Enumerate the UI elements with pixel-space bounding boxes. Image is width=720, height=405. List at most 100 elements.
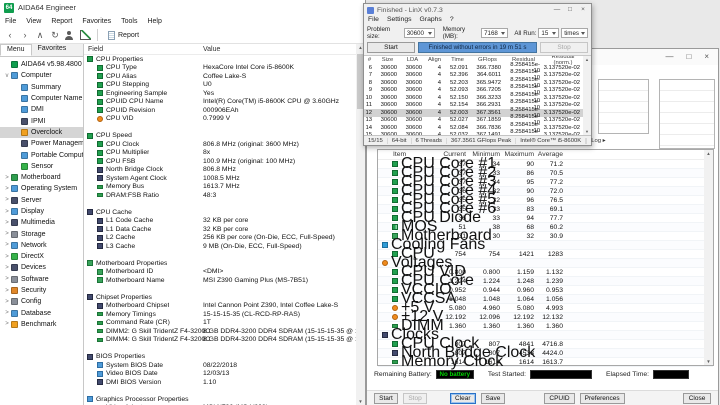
field-row[interactable]: CPU FSB 100.9 MHz (original: 100 MHz) — [84, 157, 356, 166]
expander-icon[interactable]: > — [3, 197, 11, 203]
column-header-align[interactable]: Align — [425, 57, 444, 63]
scroll-down-icon[interactable]: ▼ — [358, 399, 362, 404]
tree-item-sensor[interactable]: Sensor — [0, 161, 83, 172]
cpuid-button[interactable]: CPUID — [544, 393, 575, 404]
minimize-icon[interactable]: — — [552, 6, 562, 14]
expander-icon[interactable]: > — [3, 175, 11, 181]
result-row[interactable]: 153060030600452.032367.14918.258415e-103… — [364, 129, 591, 135]
scroll-down-icon[interactable]: ▼ — [706, 359, 710, 364]
result-row[interactable]: 12 30600 30600 4 52.003 367.3561 8.258415e-10 3… — [364, 107, 591, 119]
tree-item-directx[interactable]: > DirectX — [0, 251, 83, 262]
linx-menu-file[interactable]: File — [364, 16, 383, 26]
tree-item-summary[interactable]: Summary — [0, 82, 83, 93]
field-row[interactable]: System BIOS Date 08/22/2018 — [84, 361, 356, 370]
menu-file[interactable]: File — [0, 18, 21, 25]
minimize-icon[interactable]: — — [665, 53, 673, 61]
scroll-up-icon[interactable]: ▲ — [706, 151, 710, 156]
field-row[interactable]: CPU Clock 806.8 MHz (original: 3600 MHz) — [84, 140, 356, 149]
tree-item-motherboard[interactable]: > Motherboard — [0, 172, 83, 183]
field-row[interactable]: Command Rate (CR) 1T — [84, 319, 356, 328]
problem-size-select[interactable]: 30600 — [403, 28, 435, 38]
tree-item-portable-computer[interactable]: Portable Computer — [0, 149, 83, 160]
aida64-titlebar[interactable]: 64 AIDA64 Engineer — [0, 0, 365, 15]
chart-icon[interactable] — [78, 29, 92, 42]
stop-button[interactable]: Stop — [403, 393, 427, 404]
tree-item-ipmi[interactable]: IPMI — [0, 115, 83, 126]
linx-titlebar[interactable]: Finished - LinX v0.7.3 — □ × — [364, 4, 591, 16]
menu-help[interactable]: Help — [142, 18, 166, 25]
field-row[interactable]: CPU Alias Coffee Lake-S — [84, 72, 356, 81]
field-row[interactable]: CPUID Revision 000906EAh — [84, 106, 356, 115]
value-column-header[interactable]: Value — [203, 46, 220, 53]
field-row[interactable]: North Bridge Clock 806.8 MHz — [84, 166, 356, 175]
field-row[interactable]: L3 Cache 9 MB (On-Die, ECC, Full-Speed) — [84, 242, 356, 251]
tab-menu[interactable]: Menu — [0, 44, 32, 56]
result-row[interactable]: 14 30600 30600 4 52.084 366.7836 8.258415e-10 3… — [364, 122, 591, 134]
run-count-select[interactable]: 15 — [538, 28, 560, 38]
expander-icon[interactable]: > — [3, 321, 11, 327]
stop-button[interactable]: Stop — [540, 42, 588, 53]
column-header-size[interactable]: Size — [375, 57, 400, 63]
field-row[interactable]: Video BIOS Date 12/03/13 — [84, 370, 356, 379]
expander-icon[interactable]: > — [3, 310, 11, 316]
field-row[interactable]: L1 Data Cache 32 KB per core — [84, 225, 356, 234]
expander-icon[interactable]: > — [3, 288, 11, 294]
expander-icon[interactable]: > — [3, 265, 11, 271]
section-row[interactable]: CPU Properties — [84, 55, 356, 64]
tree-item-multimedia[interactable]: > Multimedia — [0, 217, 83, 228]
section-row[interactable]: Graphics Processor Properties — [84, 395, 356, 404]
section-row[interactable]: CPU Speed — [84, 132, 356, 141]
field-row[interactable]: CPU Type HexaCore Intel Core i5-8600K — [84, 64, 356, 73]
tab-favorites[interactable]: Favorites — [32, 44, 73, 56]
expander-icon[interactable]: > — [3, 254, 11, 260]
tree-item-display[interactable]: > Display — [0, 206, 83, 217]
refresh-icon[interactable]: ↻ — [48, 29, 62, 42]
close-icon[interactable]: × — [704, 53, 709, 61]
maximize-icon[interactable]: □ — [565, 6, 575, 14]
clear-button[interactable]: Clear — [450, 393, 476, 404]
tree-item-devices[interactable]: > Devices — [0, 262, 83, 273]
column-header-gflops[interactable]: GFlops — [471, 57, 504, 63]
tree-item-database[interactable]: > Database — [0, 308, 83, 319]
expander-icon[interactable]: > — [3, 220, 11, 226]
tree-item-config[interactable]: > Config — [0, 296, 83, 307]
scroll-down-icon[interactable]: ▼ — [585, 129, 589, 134]
close-button[interactable]: Close — [683, 393, 711, 404]
scroll-up-icon[interactable]: ▲ — [585, 57, 589, 62]
tree-item-aida64-v5-98-4800[interactable]: AIDA64 v5.98.4800 — [0, 59, 83, 70]
menu-tools[interactable]: Tools — [116, 18, 142, 25]
column-header-time[interactable]: Time — [444, 57, 471, 63]
users-icon[interactable] — [63, 29, 77, 42]
expander-icon[interactable]: > — [3, 231, 11, 237]
field-row[interactable]: DRAM:FSB Ratio 48:3 — [84, 191, 356, 200]
result-row[interactable]: 11 30600 30600 4 52.154 366.2931 8.258415e-10 3… — [364, 99, 591, 111]
close-icon[interactable]: × — [578, 6, 588, 14]
field-row[interactable]: CPU Multiplier 8x — [84, 149, 356, 158]
start-button[interactable]: Start — [367, 42, 415, 53]
report-button[interactable]: Report — [103, 30, 144, 41]
field-row[interactable]: Motherboard Name MSI Z390 Gaming Plus (MS… — [84, 276, 356, 285]
section-row[interactable]: BIOS Properties — [84, 353, 356, 362]
preferences-button[interactable]: Preferences — [579, 393, 625, 404]
menu-favorites[interactable]: Favorites — [77, 18, 116, 25]
sensor-row[interactable]: Memory Clock 1614 1614 1614 1613.7 — [378, 353, 713, 370]
tree-item-dmi[interactable]: DMI — [0, 104, 83, 115]
expander-icon[interactable]: > — [3, 242, 11, 248]
tree-item-computer[interactable]: v Computer — [0, 70, 83, 81]
tree-item-software[interactable]: > Software — [0, 274, 83, 285]
linx-menu-graphs[interactable]: Graphs — [416, 16, 446, 26]
save-button[interactable]: Save — [480, 393, 506, 404]
memory-select[interactable]: 7168 — [481, 28, 509, 38]
field-row[interactable]: CPU VID 0.7999 V — [84, 115, 356, 124]
section-row[interactable]: Motherboard Properties — [84, 259, 356, 268]
expander-icon[interactable]: > — [3, 186, 11, 192]
result-row[interactable]: 10 30600 30600 4 52.150 366.3233 8.258415e-10 3… — [364, 92, 591, 104]
forward-icon[interactable]: › — [18, 29, 32, 42]
field-row[interactable]: Memory Bus 1613.7 MHz — [84, 183, 356, 192]
tree-item-storage[interactable]: > Storage — [0, 228, 83, 239]
expander-icon[interactable]: v — [3, 73, 11, 79]
statistics-scrollbar[interactable]: ▲ ▼ — [704, 150, 713, 365]
tree-item-power-management[interactable]: Power Management — [0, 138, 83, 149]
column-header-average[interactable]: Average — [534, 151, 563, 158]
field-column-header[interactable]: Field — [88, 46, 103, 53]
